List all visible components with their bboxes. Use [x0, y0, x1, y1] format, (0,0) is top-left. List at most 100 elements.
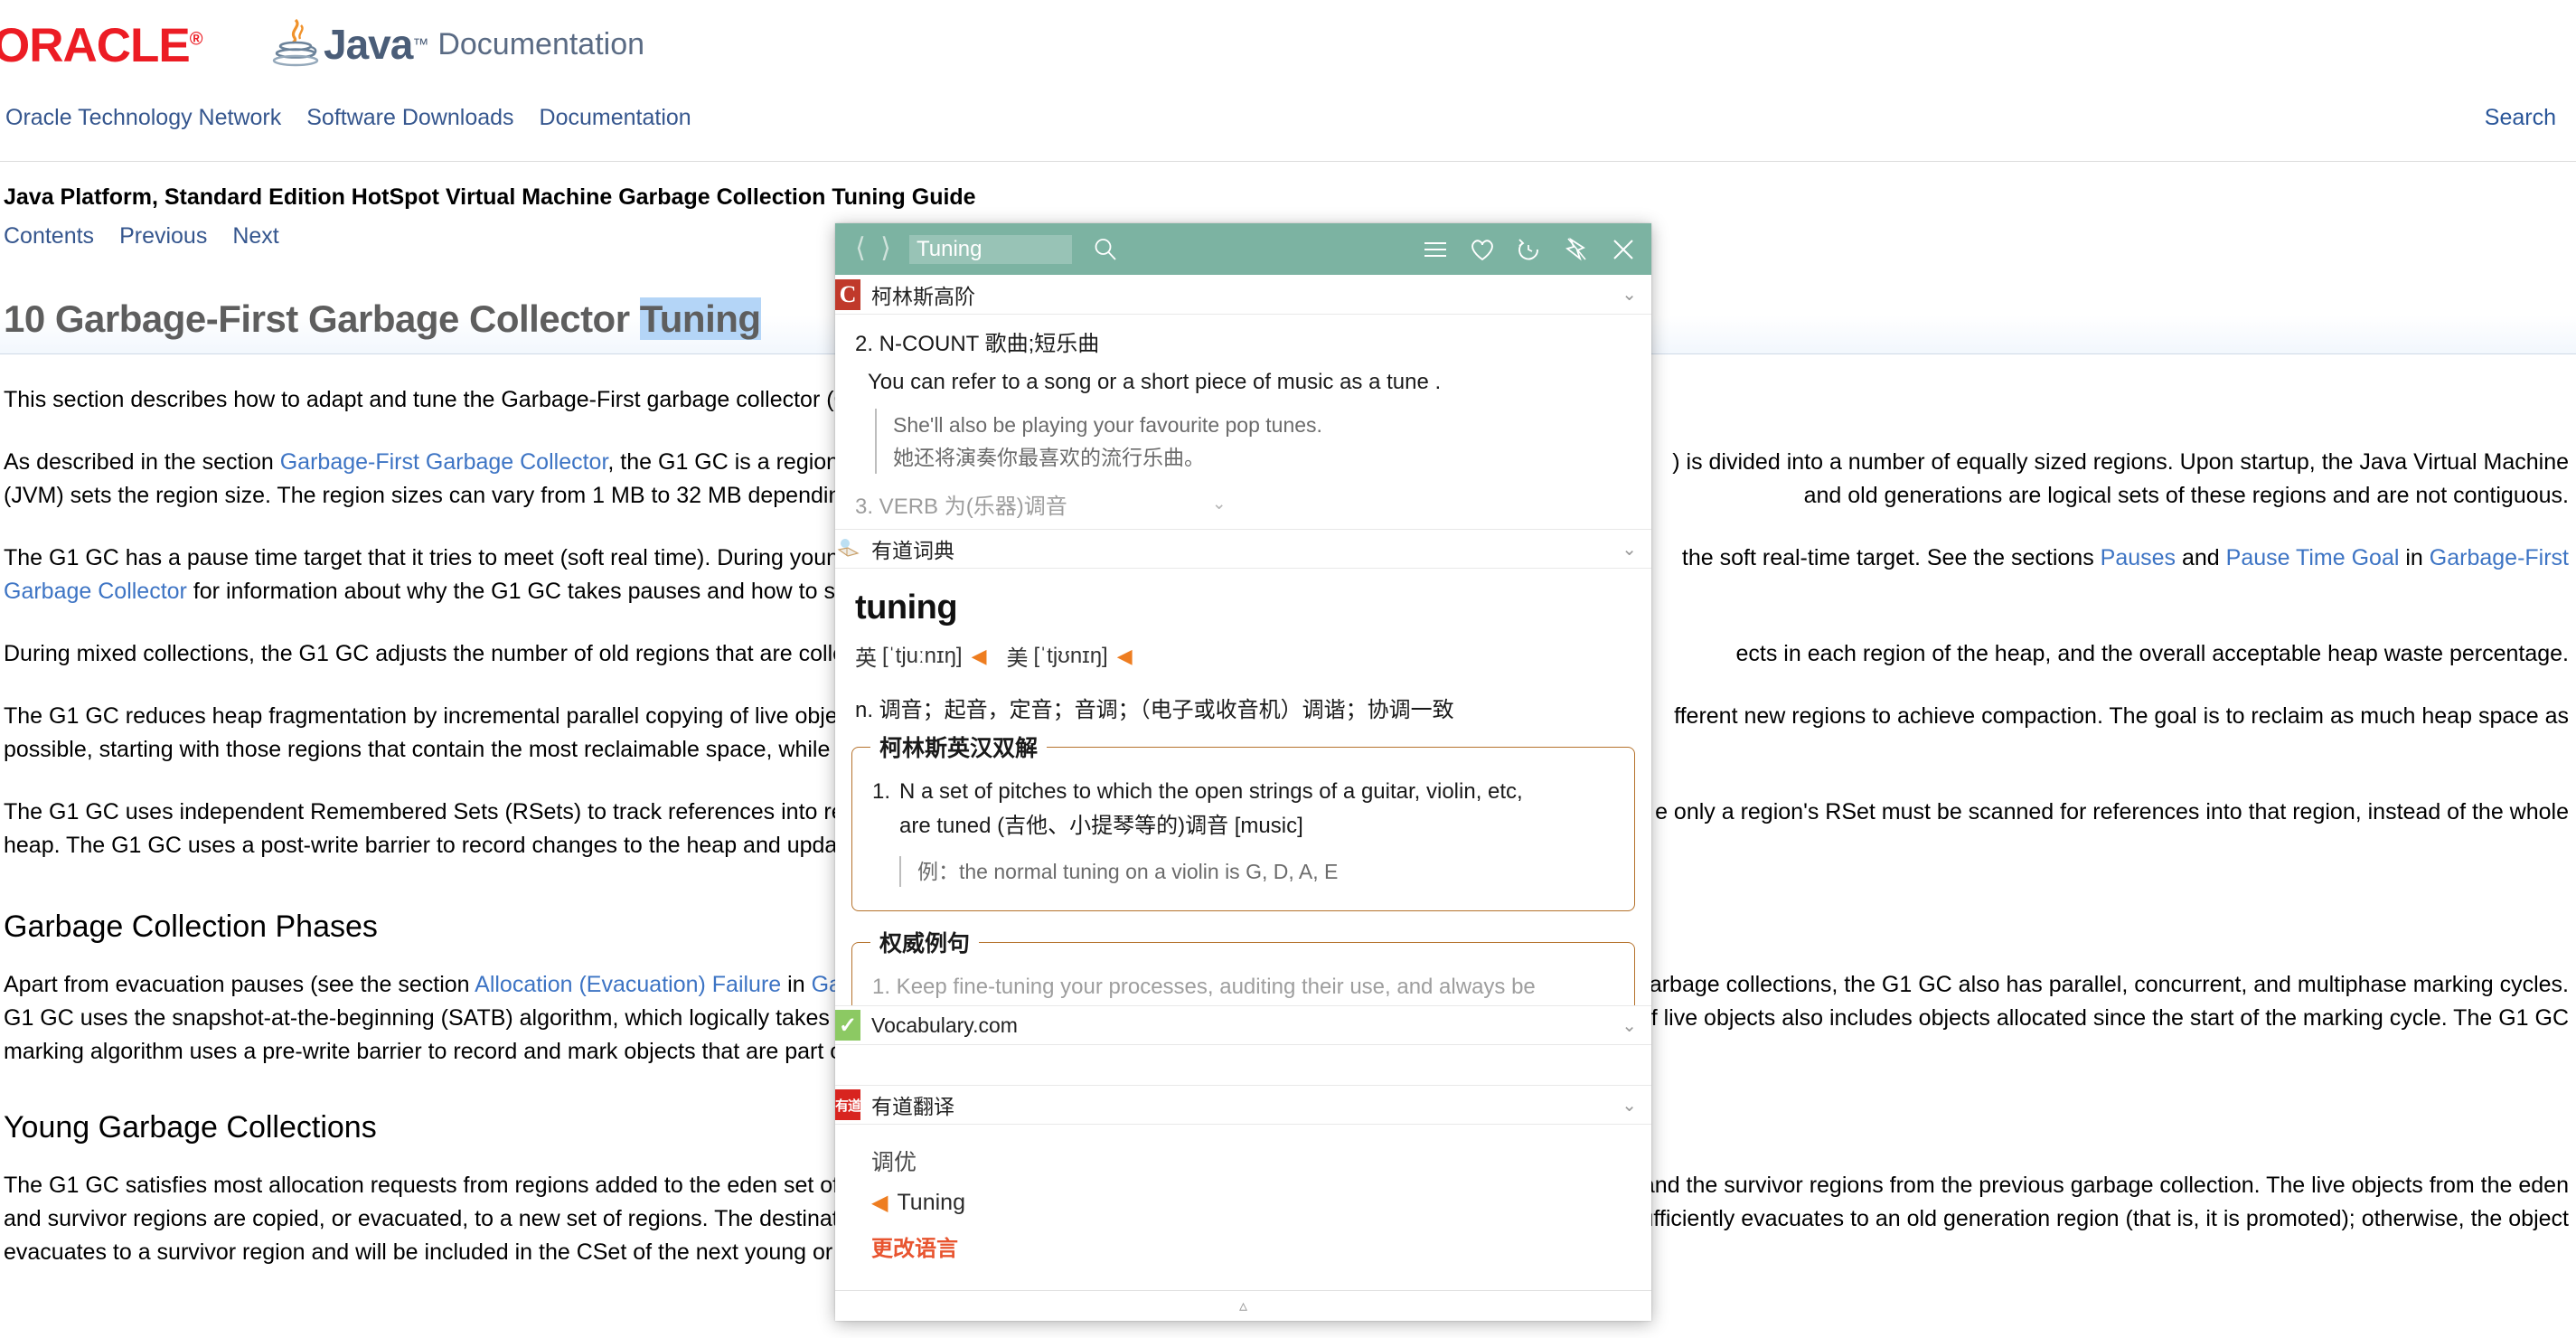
- translation-body: 调优 ◀ Tuning 更改语言: [835, 1125, 1651, 1262]
- chevron-down-icon-collins-next[interactable]: ⌄: [1212, 494, 1227, 514]
- pgp-right2: f live objects also includes objects all…: [1650, 1005, 2569, 1031]
- pgp-a: Apart from evacuation pauses (see the se…: [4, 972, 475, 997]
- menu-icon[interactable]: [1422, 238, 1449, 261]
- chevron-down-icon-youdao[interactable]: ⌄: [1622, 538, 1637, 561]
- java-cup-icon: [271, 16, 320, 72]
- link-pause-time-goal[interactable]: Pause Time Goal: [2226, 545, 2400, 570]
- p3-right-c: in: [2399, 545, 2430, 570]
- p4-right: ects in each region of the heap, and the…: [1735, 641, 2569, 666]
- p3-left: The G1 GC has a pause time target that i…: [4, 545, 870, 570]
- oracle-trademark: ®: [189, 29, 203, 50]
- pin-icon[interactable]: [1563, 237, 1590, 262]
- uk-label: 英: [855, 646, 877, 671]
- source-row-vocabulary[interactable]: ✓ Vocabulary.com ⌄: [835, 1005, 1651, 1045]
- p5-left: The G1 GC reduces heap fragmentation by …: [4, 703, 867, 729]
- heart-icon[interactable]: [1469, 237, 1496, 262]
- page-root: ORACLE® Java ™ Documentation Oracle Techn…: [0, 0, 2576, 1338]
- source-label-vocabulary: Vocabulary.com: [871, 1013, 1018, 1037]
- source-label-youdao-dict: 有道词典: [871, 539, 954, 562]
- authority-example-1: 1. Keep fine-tuning your processes, audi…: [872, 975, 1536, 999]
- popup-collapse-bar[interactable]: ▵: [835, 1290, 1651, 1321]
- youdao-entry: tuning 英 [ˈtjuːnɪŋ] ◀ 美 [ˈtjʊnɪŋ] ◀ n. 调…: [835, 569, 1651, 723]
- speaker-icon-uk[interactable]: ◀: [972, 645, 987, 668]
- collapse-chevron-up-icon[interactable]: ▵: [1239, 1296, 1247, 1315]
- p2-right: ) is divided into a number of equally si…: [1672, 449, 2569, 475]
- source-row-collins[interactable]: C 柯林斯高阶 ⌄: [835, 275, 1651, 315]
- nav-link-software-downloads[interactable]: Software Downloads: [306, 105, 513, 130]
- page-title: 10 Garbage-First Garbage Collector Tunin…: [0, 297, 761, 341]
- link-pauses[interactable]: Pauses: [2101, 545, 2176, 570]
- oracle-logo-text: ORACLE: [0, 19, 191, 72]
- pgp-left3: marking algorithm uses a pre-write barri…: [4, 1039, 874, 1064]
- search-input[interactable]: Tuning: [909, 234, 1072, 264]
- p3-right: the soft real-time target. See the secti…: [1682, 542, 2569, 575]
- youdao-dict-badge-icon: [835, 533, 860, 564]
- translation-source-word: Tuning: [897, 1190, 965, 1215]
- search-icon[interactable]: [1092, 236, 1119, 263]
- translation-result: 调优: [871, 1150, 917, 1175]
- youdao-translate-badge-icon: 有道: [835, 1089, 861, 1120]
- search-input-value: Tuning: [917, 236, 982, 261]
- youdao-senses: n. 调音；起音，定音；音调；（电子或收音机）调谐；协调一致: [855, 698, 1454, 722]
- pyg-left2: and survivor regions are copied, or evac…: [4, 1206, 870, 1231]
- p2-mid: , the G1 GC is a regionaliz: [607, 449, 873, 475]
- pyg-left1: The G1 GC satisfies most allocation requ…: [4, 1173, 879, 1198]
- collins-bilingual-box: 柯林斯英汉双解 1. N a set of pitches to which t…: [851, 730, 1635, 911]
- collins-bilingual-number: 1.: [872, 779, 891, 804]
- java-wordmark: Java: [324, 21, 413, 68]
- doc-nav-next[interactable]: Next: [232, 223, 278, 249]
- collins-bilingual-example: 例：the normal tuning on a violin is G, D,…: [899, 856, 1614, 887]
- speaker-icon-translation[interactable]: ◀: [871, 1190, 888, 1216]
- java-documentation-logo[interactable]: Java ™ Documentation: [271, 16, 644, 72]
- source-label-youdao-translate: 有道翻译: [871, 1095, 954, 1118]
- p6-right: e only a region's RSet must be scanned f…: [1655, 799, 2569, 824]
- p5-right: fferent new regions to achieve compactio…: [1674, 703, 2569, 729]
- collins-sense-heading: 2. N-COUNT 歌曲;短乐曲: [855, 332, 1100, 356]
- youdao-dictionary-popup[interactable]: ⟨ ⟩ Tuning C 柯林斯高阶 ⌄ 2. N-COUNT 歌曲;短乐曲 Y…: [835, 223, 1651, 1321]
- p6-line2-left: heap. The G1 GC uses a post-write barrie…: [4, 833, 870, 858]
- uk-phonetic: [ˈtjuːnɪŋ]: [882, 643, 963, 668]
- collins-next-sense-label: 3. VERB 为(乐器)调音: [855, 495, 1067, 519]
- doc-nav-previous[interactable]: Previous: [119, 223, 207, 249]
- link-garbage-first-a[interactable]: Garbage-First: [2430, 545, 2569, 570]
- nav-link-documentation[interactable]: Documentation: [540, 105, 691, 130]
- speaker-icon-us[interactable]: ◀: [1117, 645, 1133, 668]
- history-icon[interactable]: [1516, 237, 1543, 262]
- chevron-down-icon-vocabulary[interactable]: ⌄: [1622, 1014, 1637, 1037]
- pyg-right2: sufficiently evacuates to an old generat…: [1629, 1206, 2569, 1231]
- search-link[interactable]: Search: [2485, 105, 2556, 131]
- collins-next-sense[interactable]: 3. VERB 为(乐器)调音 ⌄: [855, 488, 1631, 520]
- us-label: 美: [1006, 646, 1029, 671]
- p3-right-a: the soft real-time target. See the secti…: [1681, 545, 2101, 570]
- pyg-left3: evacuates to a survivor region and will …: [4, 1239, 875, 1265]
- chevron-down-icon-youdao-translate[interactable]: ⌄: [1622, 1094, 1637, 1117]
- dictionary-content[interactable]: C 柯林斯高阶 ⌄ 2. N-COUNT 歌曲;短乐曲 You can refe…: [835, 275, 1651, 1290]
- collins-entry: 2. N-COUNT 歌曲;短乐曲 You can refer to a son…: [835, 315, 1651, 520]
- forward-arrow-icon[interactable]: ⟩: [873, 233, 898, 266]
- site-nav: Oracle Technology Network Software Downlo…: [5, 105, 717, 131]
- documentation-wordmark: Documentation: [437, 26, 645, 61]
- source-row-youdao-translate[interactable]: 有道 有道翻译 ⌄: [835, 1085, 1651, 1125]
- p3-line2: for information about why the G1 GC take…: [186, 579, 873, 604]
- collins-bilingual-legend: 柯林斯英汉双解: [870, 730, 1048, 763]
- source-row-youdao-dict[interactable]: 有道词典 ⌄: [835, 529, 1651, 569]
- doc-nav-contents[interactable]: Contents: [4, 223, 94, 249]
- pyg-right1: and the survivor regions from the previo…: [1641, 1173, 2569, 1198]
- pronunciation-row: 英 [ˈtjuːnɪŋ] ◀ 美 [ˈtjʊnɪŋ] ◀: [855, 640, 1631, 672]
- link-garbage-collector[interactable]: Garbage Collector: [4, 579, 187, 604]
- close-icon[interactable]: [1610, 237, 1637, 262]
- change-language-link[interactable]: 更改语言: [871, 1230, 1631, 1262]
- link-allocation-evacuation-failure[interactable]: Allocation (Evacuation) Failure: [475, 972, 781, 997]
- nav-link-otn[interactable]: Oracle Technology Network: [5, 105, 281, 130]
- oracle-logo[interactable]: ORACLE®: [0, 18, 203, 73]
- link-garbage-first-garbage-collector[interactable]: Garbage-First Garbage Collector: [280, 449, 608, 475]
- back-arrow-icon[interactable]: ⟨: [848, 233, 873, 266]
- translation-source-row: ◀ Tuning: [871, 1190, 1631, 1216]
- header-divider: [0, 161, 2576, 162]
- paragraph-intro-text: This section describes how to adapt and …: [4, 387, 864, 412]
- p3-right-b: and: [2176, 545, 2226, 570]
- headword: tuning: [855, 589, 958, 627]
- site-header: ORACLE® Java ™ Documentation Oracle Techn…: [0, 0, 2576, 162]
- chevron-down-icon[interactable]: ⌄: [1622, 283, 1637, 306]
- collins-example-en: She'll also be playing your favourite po…: [893, 413, 1322, 437]
